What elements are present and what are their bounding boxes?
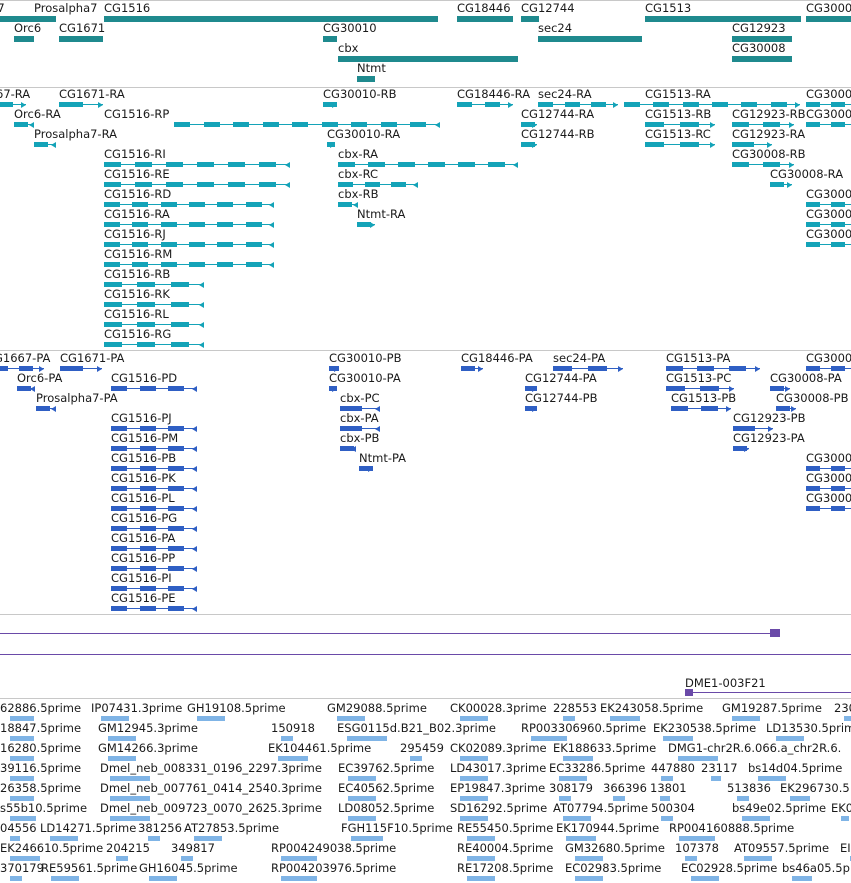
est-label: 13801 bbox=[650, 781, 687, 795]
est-label: RE40004.5prime bbox=[457, 841, 554, 855]
est-bar bbox=[575, 876, 603, 881]
est-label: EK188633.5prime bbox=[553, 741, 657, 755]
est-label: AT07794.5prime bbox=[553, 801, 649, 815]
est-label: 23117 bbox=[701, 761, 738, 775]
est-label: 204215 bbox=[106, 841, 150, 855]
est-label: 16280.5prime bbox=[0, 741, 82, 755]
est-label: FGH115F10.5prime bbox=[341, 821, 453, 835]
est-label: ESG0115d.B21_B02.3prime bbox=[337, 721, 496, 735]
est-label: CK02089.3prime bbox=[450, 741, 547, 755]
est-label: RE55450.5prime bbox=[457, 821, 554, 835]
est-label: SD16292.5prime bbox=[450, 801, 548, 815]
est-label: 513836 bbox=[727, 781, 771, 795]
est-label: s55b10.5prime bbox=[0, 801, 88, 815]
est-label: AT27853.5prime bbox=[184, 821, 280, 835]
est-bar bbox=[51, 876, 79, 881]
est-label: Dmel_neb_007761_0414_2540.3prime bbox=[100, 781, 322, 795]
est-label: GM29088.5prime bbox=[327, 701, 427, 715]
est-label: RP004203976.5prime bbox=[271, 861, 397, 875]
est-label: EK170944.5prime bbox=[556, 821, 660, 835]
est-label: LD43017.3prime bbox=[450, 761, 547, 775]
est-label: LD08052.5prime bbox=[338, 801, 435, 815]
est-label: EC33286.5prime bbox=[549, 761, 646, 775]
est-label: Dmel_neb_008331_0196_2297.3prime bbox=[100, 761, 322, 775]
est-bar bbox=[149, 876, 177, 881]
est-label: EC40562.5prime bbox=[338, 781, 435, 795]
est-label: 366396 bbox=[603, 781, 647, 795]
est-label: GH16045.5prime bbox=[139, 861, 238, 875]
est-label: IP07431.3prime bbox=[91, 701, 183, 715]
est-label: EK230538.5prime bbox=[653, 721, 757, 735]
est-label: bs49e02.5prime bbox=[732, 801, 827, 815]
est-label: 308179 bbox=[549, 781, 593, 795]
est-label: 295459 bbox=[400, 741, 444, 755]
est-label: 62886.5prime bbox=[0, 701, 82, 715]
est-label: 107378 bbox=[675, 841, 719, 855]
est-label: RP003306960.5prime bbox=[521, 721, 647, 735]
est-label: EC02983.5prime bbox=[565, 861, 662, 875]
est-label: RP004160888.5prime bbox=[669, 821, 795, 835]
est-label: EK246610.5prime bbox=[0, 841, 104, 855]
est-label: bs46a05.5p bbox=[782, 861, 850, 875]
est-label: GM32680.5prime bbox=[565, 841, 665, 855]
genome-browser: 67Prosalpha7CG1516CG18446CG12744CG1513CG… bbox=[0, 0, 851, 883]
est-label: 04556 bbox=[0, 821, 37, 835]
est-label: GM14266.3prime bbox=[98, 741, 198, 755]
est-label: 447880 bbox=[651, 761, 695, 775]
est-label: bs14d04.5prime bbox=[748, 761, 843, 775]
est-label: 381256 bbox=[138, 821, 182, 835]
est-bar bbox=[792, 876, 812, 881]
est-label: EK296730.5 bbox=[780, 781, 850, 795]
est-bar bbox=[691, 876, 719, 881]
est-label: 500304 bbox=[651, 801, 695, 815]
est-label: 18847.5prime bbox=[0, 721, 82, 735]
est-bar bbox=[467, 876, 495, 881]
est-label: AT09557.5prime bbox=[734, 841, 830, 855]
est-track: 62886.5prime IP07431.3prime GH19108.5prime… bbox=[0, 0, 851, 883]
est-bar bbox=[841, 816, 849, 821]
est-label: LD14271.5prime bbox=[40, 821, 137, 835]
est-label: EK104461.5prime bbox=[268, 741, 372, 755]
est-label: RE59561.5prime bbox=[41, 861, 138, 875]
est-label: GM19287.5prime bbox=[722, 701, 822, 715]
est-label: GM12945.3prime bbox=[98, 721, 198, 735]
est-label: LD13530.5prime bbox=[766, 721, 851, 735]
est-label: EC02928.5prime bbox=[681, 861, 778, 875]
est-label: 228553 bbox=[553, 701, 597, 715]
est-bar bbox=[711, 776, 721, 781]
est-label: GH19108.5prime bbox=[187, 701, 286, 715]
est-bar bbox=[281, 876, 317, 881]
est-bar bbox=[10, 876, 22, 881]
est-label: EK0 bbox=[831, 801, 851, 815]
est-label: CK00028.3prime bbox=[450, 701, 547, 715]
est-label: 370179 bbox=[0, 861, 44, 875]
est-label: 150918 bbox=[271, 721, 315, 735]
est-bar bbox=[197, 716, 225, 721]
est-label: Dmel_neb_009723_0070_2625.3prime bbox=[100, 801, 322, 815]
est-label: EP19847.3prime bbox=[450, 781, 546, 795]
est-label: EI bbox=[840, 841, 851, 855]
est-label: EK243058.5prime bbox=[600, 701, 704, 715]
est-label: RE17208.5prime bbox=[457, 861, 554, 875]
est-label: 230 bbox=[834, 701, 851, 715]
est-label: 349817 bbox=[171, 841, 215, 855]
est-label: 26358.5prime bbox=[0, 781, 82, 795]
est-label: 39116.5prime bbox=[0, 761, 82, 775]
est-label: RP004249038.5prime bbox=[271, 841, 397, 855]
est-label: EC39762.5prime bbox=[338, 761, 435, 775]
est-label: DMG1-chr2R.6.066.a_chr2R.6. bbox=[668, 741, 842, 755]
